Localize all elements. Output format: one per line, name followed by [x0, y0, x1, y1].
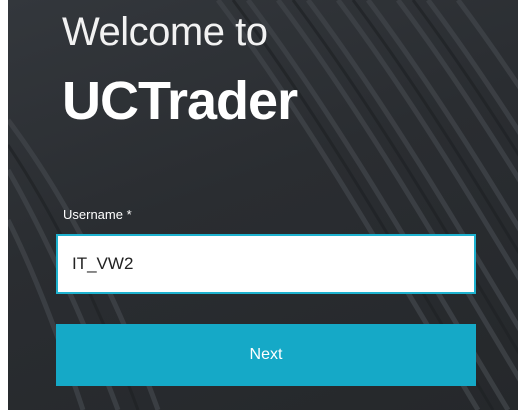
username-label: Username *: [63, 207, 132, 222]
screenshot-frame: Welcome to UCTrader Username * Next: [0, 0, 526, 414]
brand-title: UCTrader: [62, 71, 298, 131]
welcome-heading: Welcome to: [62, 10, 268, 54]
next-button[interactable]: Next: [56, 324, 476, 386]
username-input[interactable]: [56, 234, 476, 294]
